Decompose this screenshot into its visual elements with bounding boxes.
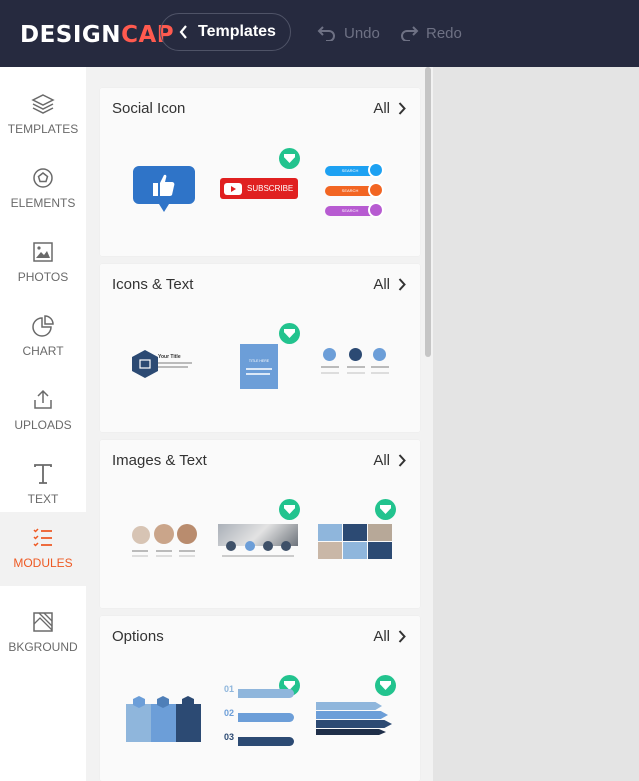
undo-button[interactable]: Undo (317, 22, 380, 44)
step-number: 03 (224, 732, 235, 742)
avatar (177, 524, 197, 544)
sidebar-item-elements[interactable]: ELEMENTS (0, 152, 86, 226)
redo-label: Redo (426, 24, 462, 42)
text-icon (34, 464, 52, 484)
sidebar-item-label: PHOTOS (17, 270, 69, 284)
title-here-text: TITLE HERE (248, 359, 270, 363)
search-icon (368, 162, 384, 178)
numbered-steps-thumbnail[interactable]: 01 02 03 (224, 684, 296, 750)
avatar (132, 526, 150, 544)
chevron-right-icon (398, 454, 406, 467)
shapes-icon (33, 168, 53, 188)
arrow-options-thumbnail[interactable] (316, 702, 392, 736)
like-badge-thumbnail[interactable] (133, 164, 195, 216)
sidebar-item-label: CHART (22, 344, 64, 358)
see-all-link[interactable]: All (373, 452, 406, 469)
chevron-right-icon (398, 278, 406, 291)
see-all-link[interactable]: All (373, 628, 406, 645)
section-title: Options (112, 628, 164, 645)
layers-icon (31, 94, 55, 114)
section-title: Social Icon (112, 100, 186, 117)
premium-icon (375, 499, 396, 520)
all-label: All (373, 100, 390, 117)
list-icon (33, 528, 52, 547)
premium-icon (279, 148, 300, 169)
sidebar-item-chart[interactable]: CHART (0, 300, 86, 374)
canvas-workspace[interactable] (433, 67, 639, 781)
sidebar-item-label: ELEMENTS (10, 196, 76, 210)
all-label: All (373, 276, 390, 293)
sidebar-item-label: TEXT (27, 492, 59, 506)
workspace-photo-thumbnail[interactable] (218, 524, 298, 562)
three-circles-thumbnail[interactable] (321, 348, 391, 382)
info-icon (368, 202, 384, 218)
top-bar: DESIGNCAP Templates Undo Redo (0, 0, 639, 67)
all-label: All (373, 452, 390, 469)
photo-grid-thumbnail[interactable] (318, 524, 392, 559)
see-all-link[interactable]: All (373, 276, 406, 293)
sidebar-item-label: TEMPLATES (7, 122, 79, 136)
three-options-thumbnail[interactable] (126, 694, 202, 744)
pie-chart-icon (32, 315, 54, 337)
team-photos-thumbnail[interactable] (130, 522, 200, 562)
sidebar-item-label: UPLOADS (14, 418, 72, 432)
module-card-social-icon[interactable]: Social Icon All SUBSCRIBE SEARCH SEARCH … (100, 88, 420, 256)
hexagon-icon (132, 350, 158, 378)
search-buttons-thumbnail[interactable]: SEARCH SEARCH SEARCH (325, 162, 385, 218)
sidebar-item-photos[interactable]: PHOTOS (0, 226, 86, 300)
sidebar: TEMPLATES ELEMENTS PHOTOS CHART UPLOADS … (0, 67, 86, 781)
chevron-right-icon (398, 102, 406, 115)
thumbs-up-icon (133, 166, 195, 212)
image-icon (33, 242, 53, 262)
templates-button-label: Templates (198, 23, 276, 40)
background-icon (33, 612, 53, 632)
section-title: Images & Text (112, 452, 207, 469)
step-number: 01 (224, 684, 235, 694)
premium-icon (279, 499, 300, 520)
title-box-thumbnail[interactable]: TITLE HERE (240, 344, 278, 389)
chevron-left-icon (179, 25, 187, 39)
panel-scrollbar[interactable] (425, 67, 431, 357)
section-title: Icons & Text (112, 276, 194, 293)
your-title-text: Your Title (158, 354, 181, 360)
hexagon-title-thumbnail[interactable]: Your Title (132, 350, 202, 380)
sidebar-item-uploads[interactable]: UPLOADS (0, 374, 86, 448)
designcap-logo[interactable]: DESIGNCAP (20, 22, 174, 48)
upload-icon (34, 389, 52, 409)
redo-button[interactable]: Redo (399, 22, 462, 44)
module-card-images-text[interactable]: Images & Text All (100, 440, 420, 608)
module-card-icons-text[interactable]: Icons & Text All Your Title TITLE HERE (100, 264, 420, 432)
premium-icon (279, 323, 300, 344)
subscribe-text: SUBSCRIBE (247, 184, 294, 193)
step-number: 02 (224, 708, 235, 718)
templates-back-button[interactable]: Templates (160, 13, 291, 51)
redo-icon (401, 26, 419, 41)
sidebar-item-background[interactable]: BKGROUND (0, 596, 86, 670)
sidebar-item-text[interactable]: TEXT (0, 448, 86, 522)
sidebar-item-modules[interactable]: MODULES (0, 512, 86, 586)
cart-icon (368, 182, 384, 198)
chevron-right-icon (398, 630, 406, 643)
sidebar-item-label: MODULES (13, 556, 73, 570)
premium-icon (375, 675, 396, 696)
avatar (154, 524, 174, 544)
undo-icon (317, 26, 335, 41)
undo-label: Undo (344, 24, 380, 42)
subscribe-thumbnail[interactable]: SUBSCRIBE (220, 178, 298, 199)
sidebar-item-templates[interactable]: TEMPLATES (0, 78, 86, 152)
all-label: All (373, 628, 390, 645)
play-icon (224, 182, 242, 195)
sidebar-item-label: BKGROUND (8, 640, 78, 654)
module-card-options[interactable]: Options All 01 02 03 (100, 616, 420, 781)
see-all-link[interactable]: All (373, 100, 406, 117)
